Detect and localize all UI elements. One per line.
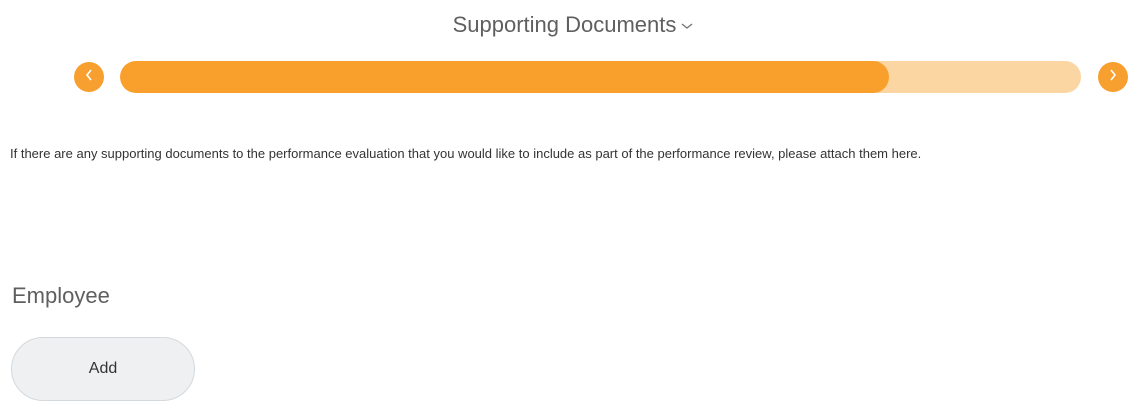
previous-step-button[interactable] xyxy=(74,62,104,92)
chevron-right-icon xyxy=(1107,68,1119,87)
progress-bar xyxy=(120,61,1081,93)
next-step-button[interactable] xyxy=(1098,62,1128,92)
page: Supporting Documents If there are any su… xyxy=(0,0,1147,403)
instructions-text: If there are any supporting documents to… xyxy=(10,146,922,161)
section-header-dropdown[interactable]: Supporting Documents xyxy=(0,10,1147,41)
chevron-left-icon xyxy=(83,68,95,87)
chevron-down-icon xyxy=(680,9,694,39)
employee-section-title: Employee xyxy=(12,283,110,308)
add-button[interactable]: Add xyxy=(11,337,195,401)
section-title: Supporting Documents xyxy=(452,12,677,37)
progress-bar-fill xyxy=(120,61,889,93)
